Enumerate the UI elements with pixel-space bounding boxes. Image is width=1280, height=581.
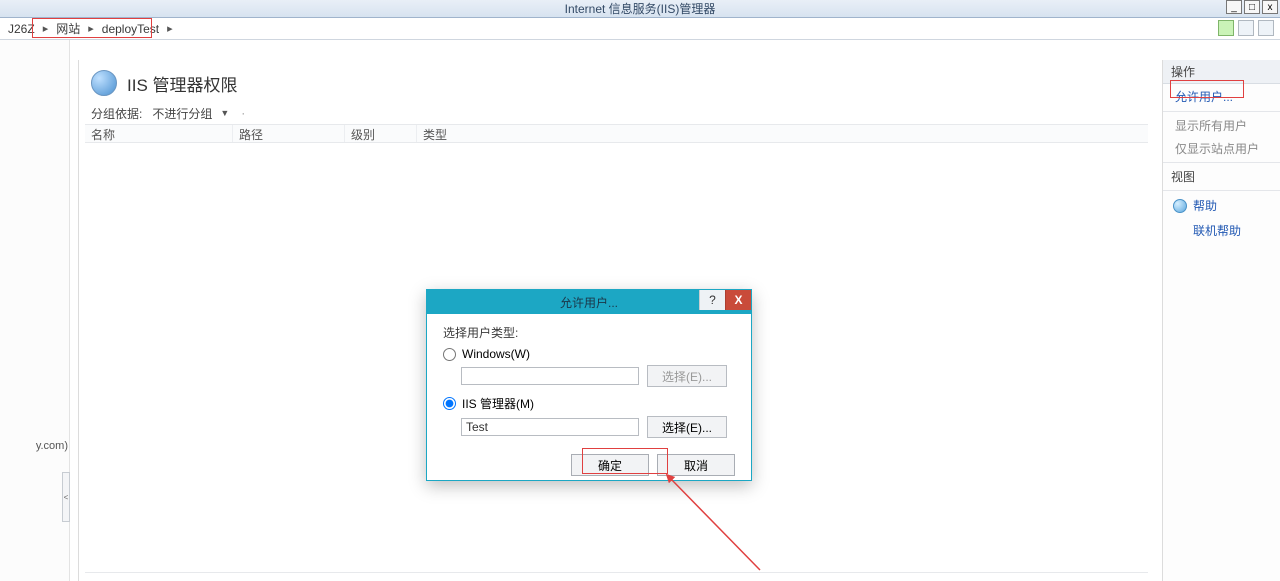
chevron-right-icon: ▸ bbox=[163, 19, 177, 39]
iis-field-row: 选择(E)... bbox=[461, 416, 735, 438]
allow-user-dialog: 允许用户... ? X 选择用户类型: Windows(W) 选择(E)... … bbox=[426, 289, 752, 481]
help-icon bbox=[1173, 199, 1187, 213]
windows-user-input bbox=[461, 367, 639, 385]
action-show-all-users: 显示所有用户 bbox=[1163, 114, 1280, 137]
action-show-site-users: 仅显示站点用户 bbox=[1163, 137, 1280, 160]
globe-icon bbox=[91, 70, 117, 96]
maximize-button[interactable]: □ bbox=[1244, 0, 1260, 14]
group-by-value: 不进行分组 bbox=[152, 105, 212, 122]
radio-iis-label: IIS 管理器(M) bbox=[462, 395, 534, 412]
breadcrumb-deploytest[interactable]: deployTest bbox=[98, 19, 163, 39]
iis-user-input[interactable] bbox=[461, 418, 639, 436]
breadcrumb-sites[interactable]: 网站 bbox=[52, 19, 84, 39]
option-iis-row: IIS 管理器(M) bbox=[443, 395, 735, 412]
breadcrumb-bar: J26Z ▸ 网站 ▸ deployTest ▸ bbox=[0, 18, 1280, 40]
group-by-dropdown[interactable]: 不进行分组 ▼ bbox=[148, 104, 233, 122]
windows-select-button: 选择(E)... bbox=[647, 365, 727, 387]
dialog-titlebar[interactable]: 允许用户... ? X bbox=[427, 290, 751, 314]
close-window-button[interactable]: x bbox=[1262, 0, 1278, 14]
breadcrumb-root[interactable]: J26Z bbox=[4, 19, 39, 39]
chevron-right-icon: ▸ bbox=[39, 19, 53, 39]
col-level[interactable]: 级别 bbox=[345, 125, 417, 142]
group-by-label: 分组依据: bbox=[91, 105, 142, 122]
actions-view-label: 视图 bbox=[1163, 165, 1280, 188]
chevron-down-icon: ▼ bbox=[220, 108, 229, 118]
action-allow-user[interactable]: 允许用户... bbox=[1163, 84, 1280, 109]
col-path[interactable]: 路径 bbox=[233, 125, 345, 142]
iis-select-button[interactable]: 选择(E)... bbox=[647, 416, 727, 438]
titlebar: Internet 信息服务(IIS)管理器 _ □ x bbox=[0, 0, 1280, 18]
window-buttons: _ □ x bbox=[1224, 0, 1278, 14]
windows-field-row: 选择(E)... bbox=[461, 365, 735, 387]
app-title: Internet 信息服务(IIS)管理器 bbox=[565, 0, 716, 17]
ok-button[interactable]: 确定 bbox=[571, 454, 649, 476]
option-windows-row: Windows(W) bbox=[443, 347, 735, 361]
minimize-button[interactable]: _ bbox=[1226, 0, 1242, 14]
refresh-icon[interactable] bbox=[1218, 20, 1234, 36]
group-by-row: 分组依据: 不进行分组 ▼ · bbox=[79, 102, 1154, 124]
dialog-body: 选择用户类型: Windows(W) 选择(E)... IIS 管理器(M) 选… bbox=[427, 314, 751, 454]
radio-windows[interactable] bbox=[443, 348, 456, 361]
tree-panel-collapsed: y.com) < bbox=[0, 40, 70, 581]
separator: · bbox=[241, 106, 245, 120]
dialog-close-button[interactable]: X bbox=[725, 290, 751, 310]
select-user-type-label: 选择用户类型: bbox=[443, 324, 735, 341]
actions-title: 操作 bbox=[1163, 60, 1280, 84]
list-header: 名称 路径 级别 类型 bbox=[85, 125, 1148, 143]
action-help-label: 帮助 bbox=[1193, 197, 1217, 214]
chevron-right-icon: ▸ bbox=[84, 19, 98, 39]
dialog-help-button[interactable]: ? bbox=[699, 290, 725, 310]
tree-collapse-handle[interactable]: < bbox=[62, 472, 70, 522]
col-type[interactable]: 类型 bbox=[417, 125, 477, 142]
main-header: IIS 管理器权限 bbox=[79, 60, 1154, 102]
col-name[interactable]: 名称 bbox=[85, 125, 233, 142]
tree-cut-text: y.com) bbox=[0, 440, 68, 452]
action-online-help[interactable]: 联机帮助 bbox=[1163, 218, 1280, 243]
actions-panel: 操作 允许用户... 显示所有用户 仅显示站点用户 视图 帮助 联机帮助 bbox=[1162, 60, 1280, 581]
radio-iis-manager[interactable] bbox=[443, 397, 456, 410]
action-help[interactable]: 帮助 bbox=[1163, 193, 1280, 218]
addrbar-right-icons bbox=[1218, 20, 1274, 36]
cancel-button[interactable]: 取消 bbox=[657, 454, 735, 476]
home-icon[interactable] bbox=[1258, 20, 1274, 36]
stop-icon[interactable] bbox=[1238, 20, 1254, 36]
dialog-title: 允许用户... bbox=[560, 294, 618, 311]
radio-windows-label: Windows(W) bbox=[462, 347, 530, 361]
dialog-footer-buttons: 确定 取消 bbox=[427, 454, 751, 476]
page-title: IIS 管理器权限 bbox=[127, 71, 238, 96]
